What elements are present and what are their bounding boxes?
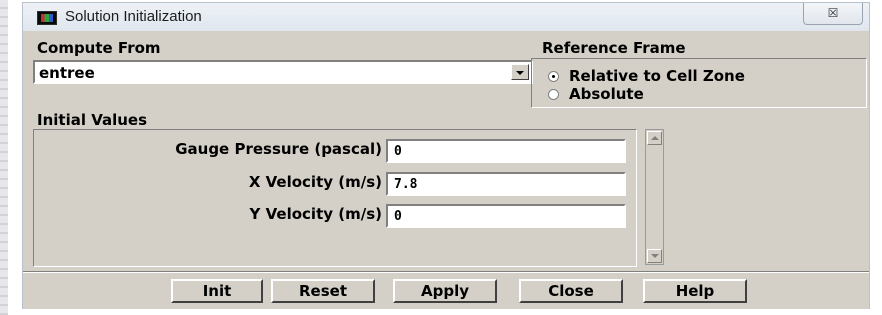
compute-from-dropdown[interactable]: entree (33, 60, 533, 84)
close-icon: ☒ (827, 6, 839, 20)
scroll-up-icon[interactable] (647, 131, 662, 145)
gauge-pressure-input[interactable]: 0 (386, 139, 626, 163)
initial-values-label: Initial Values (37, 111, 148, 129)
compute-from-label: Compute From (37, 39, 161, 57)
radio-absolute[interactable]: Absolute (548, 85, 644, 103)
scroll-down-icon[interactable] (647, 249, 662, 263)
dialog-body: Compute From entree Reference Frame Rela… (22, 31, 870, 309)
radio-unselected-icon[interactable] (548, 88, 559, 100)
initial-values-panel: Gauge Pressure (pascal) 0 X Velocity (m/… (33, 129, 637, 267)
close-window-button[interactable]: ☒ (803, 3, 863, 25)
gauge-pressure-label: Gauge Pressure (pascal) (175, 140, 382, 158)
x-velocity-input[interactable]: 7.8 (386, 172, 626, 196)
reference-frame-group: Relative to Cell Zone Absolute (531, 58, 867, 108)
divider (23, 271, 869, 273)
radio-selected-icon[interactable] (548, 70, 559, 82)
y-velocity-input[interactable]: 0 (386, 204, 626, 228)
left-window-edge (0, 0, 8, 315)
help-button[interactable]: Help (643, 279, 747, 303)
y-velocity-label: Y Velocity (m/s) (249, 205, 382, 223)
apply-button[interactable]: Apply (393, 279, 497, 303)
init-button[interactable]: Init (171, 279, 263, 303)
window-title: Solution Initialization (65, 8, 202, 25)
app-icon (37, 11, 57, 25)
radio-label: Absolute (569, 85, 644, 103)
reference-frame-label: Reference Frame (542, 39, 686, 57)
vertical-scrollbar[interactable] (645, 129, 664, 265)
reset-button[interactable]: Reset (271, 279, 375, 303)
x-velocity-label: X Velocity (m/s) (248, 173, 382, 191)
compute-from-value: entree (39, 64, 95, 82)
radio-label: Relative to Cell Zone (569, 67, 745, 85)
chevron-down-icon[interactable] (511, 64, 529, 80)
title-bar[interactable]: Solution Initialization ☒ (22, 2, 870, 31)
close-button[interactable]: Close (519, 279, 623, 303)
radio-relative-to-cell-zone[interactable]: Relative to Cell Zone (548, 67, 745, 85)
